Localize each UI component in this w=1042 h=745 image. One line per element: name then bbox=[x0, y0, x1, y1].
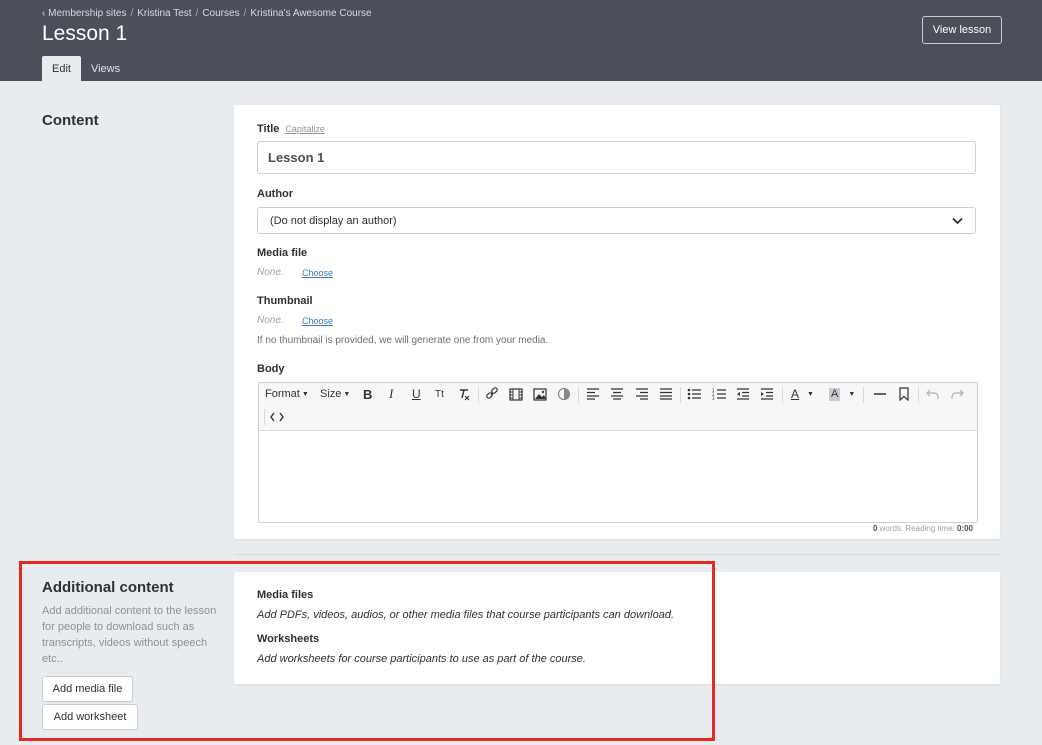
outdent-icon[interactable] bbox=[736, 384, 750, 404]
media-file-row: None. Choose bbox=[257, 267, 333, 278]
align-right-icon[interactable] bbox=[635, 384, 649, 404]
tab-bar: Edit Views bbox=[42, 56, 130, 81]
breadcrumb-separator: / bbox=[195, 8, 199, 19]
page-title: Lesson 1 bbox=[42, 22, 128, 45]
link-icon[interactable] bbox=[485, 384, 499, 404]
media-files-description: Add PDFs, videos, audios, or other media… bbox=[257, 609, 675, 621]
title-label: Title bbox=[257, 123, 280, 135]
additional-content-card: Media files Add PDFs, videos, audios, or… bbox=[234, 572, 1000, 684]
background-color-icon[interactable]: A ▼ bbox=[829, 384, 855, 404]
toolbar-divider bbox=[578, 387, 579, 403]
clear-formatting-icon[interactable] bbox=[457, 384, 471, 404]
section-divider bbox=[234, 554, 1001, 555]
breadcrumb-item-membership-sites[interactable]: ‹ Membership sites bbox=[42, 8, 126, 19]
toolbar-divider bbox=[478, 387, 479, 403]
video-icon[interactable] bbox=[509, 384, 523, 404]
tab-views[interactable]: Views bbox=[81, 56, 130, 81]
size-dropdown[interactable]: Size ▼ bbox=[320, 384, 350, 404]
thumbnail-row: None. Choose bbox=[257, 315, 333, 326]
media-files-title: Media files bbox=[257, 589, 314, 601]
italic-icon[interactable]: I bbox=[389, 384, 393, 404]
tab-edit[interactable]: Edit bbox=[42, 56, 81, 81]
capitalize-link[interactable]: Capitalize bbox=[285, 124, 325, 134]
breadcrumb: ‹ Membership sites / Kristina Test / Courses… bbox=[42, 8, 372, 19]
author-selected-value: (Do not display an author) bbox=[270, 214, 397, 227]
align-justify-icon[interactable] bbox=[659, 384, 673, 404]
thumbnail-value: None. bbox=[257, 315, 284, 326]
toolbar-divider bbox=[264, 409, 265, 425]
author-label: Author bbox=[257, 188, 294, 200]
word-count-label: words. Reading time: bbox=[877, 524, 957, 533]
content-card: Title Capitalize Lesson 1 Author (Do not … bbox=[234, 105, 1000, 539]
toolbar-divider bbox=[918, 387, 919, 403]
breadcrumb-item-kristina-test[interactable]: Kristina Test bbox=[137, 8, 191, 19]
text-case-icon[interactable]: Tt bbox=[435, 384, 444, 404]
reading-time-value: 0:00 bbox=[956, 524, 973, 533]
title-field-label: Title Capitalize bbox=[257, 123, 325, 135]
thumbnail-choose-link[interactable]: Choose bbox=[302, 316, 333, 326]
bookmark-icon[interactable] bbox=[899, 384, 909, 404]
indent-icon[interactable] bbox=[760, 384, 774, 404]
caret-down-icon: ▼ bbox=[343, 390, 351, 398]
editor-toolbar: Format ▼ Size ▼ B I U Tt 123 A ▼ A ▼ bbox=[259, 383, 977, 431]
view-lesson-button[interactable]: View lesson bbox=[922, 16, 1002, 44]
toolbar-divider bbox=[863, 387, 864, 403]
thumbnail-hint: If no thumbnail is provided, we will gen… bbox=[257, 335, 549, 346]
add-worksheet-button[interactable]: Add worksheet bbox=[42, 704, 138, 730]
size-label: Size bbox=[320, 388, 342, 400]
page-header: ‹ Membership sites / Kristina Test / Courses… bbox=[0, 0, 1042, 81]
horizontal-rule-icon[interactable] bbox=[873, 384, 887, 404]
thumbnail-label: Thumbnail bbox=[257, 295, 313, 307]
image-icon[interactable] bbox=[533, 384, 547, 404]
format-dropdown[interactable]: Format ▼ bbox=[265, 384, 309, 404]
word-count: 0 words. Reading time: 0:00 bbox=[873, 524, 973, 533]
media-file-choose-link[interactable]: Choose bbox=[302, 268, 333, 278]
worksheets-title: Worksheets bbox=[257, 633, 320, 645]
align-center-icon[interactable] bbox=[610, 384, 624, 404]
body-label: Body bbox=[257, 363, 285, 375]
undo-icon[interactable] bbox=[926, 384, 939, 404]
bullet-list-icon[interactable] bbox=[687, 384, 702, 404]
underline-icon[interactable]: U bbox=[412, 384, 421, 404]
bold-icon[interactable]: B bbox=[363, 384, 372, 404]
media-file-value: None. bbox=[257, 267, 284, 278]
toolbar-divider bbox=[782, 387, 783, 403]
format-label: Format bbox=[265, 388, 300, 400]
chevron-down-icon bbox=[952, 217, 963, 224]
worksheets-description: Add worksheets for course participants t… bbox=[257, 653, 586, 665]
breadcrumb-item-course[interactable]: Kristina's Awesome Course bbox=[250, 8, 371, 19]
svg-text:3: 3 bbox=[712, 396, 715, 400]
text-color-icon[interactable]: A ▼ bbox=[791, 384, 814, 404]
toolbar-divider bbox=[680, 387, 681, 403]
body-editor: Format ▼ Size ▼ B I U Tt 123 A ▼ A ▼ bbox=[258, 382, 978, 523]
source-code-icon[interactable] bbox=[270, 407, 284, 427]
title-input[interactable]: Lesson 1 bbox=[257, 141, 976, 174]
author-select[interactable]: (Do not display an author) bbox=[257, 207, 976, 234]
add-media-file-button[interactable]: Add media file bbox=[42, 676, 133, 702]
align-left-icon[interactable] bbox=[586, 384, 600, 404]
editor-body[interactable] bbox=[259, 431, 977, 522]
breadcrumb-item-courses[interactable]: Courses bbox=[202, 8, 239, 19]
redo-icon[interactable] bbox=[951, 384, 964, 404]
media-file-label: Media file bbox=[257, 247, 308, 259]
additional-section-title: Additional content bbox=[42, 579, 174, 596]
caret-down-icon: ▼ bbox=[301, 390, 309, 398]
contrast-icon[interactable] bbox=[557, 384, 571, 404]
additional-section-description: Add additional content to the lesson for… bbox=[42, 605, 217, 665]
content-section-title: Content bbox=[42, 112, 99, 129]
numbered-list-icon[interactable]: 123 bbox=[712, 384, 727, 404]
breadcrumb-separator: / bbox=[130, 8, 134, 19]
breadcrumb-separator: / bbox=[243, 8, 247, 19]
